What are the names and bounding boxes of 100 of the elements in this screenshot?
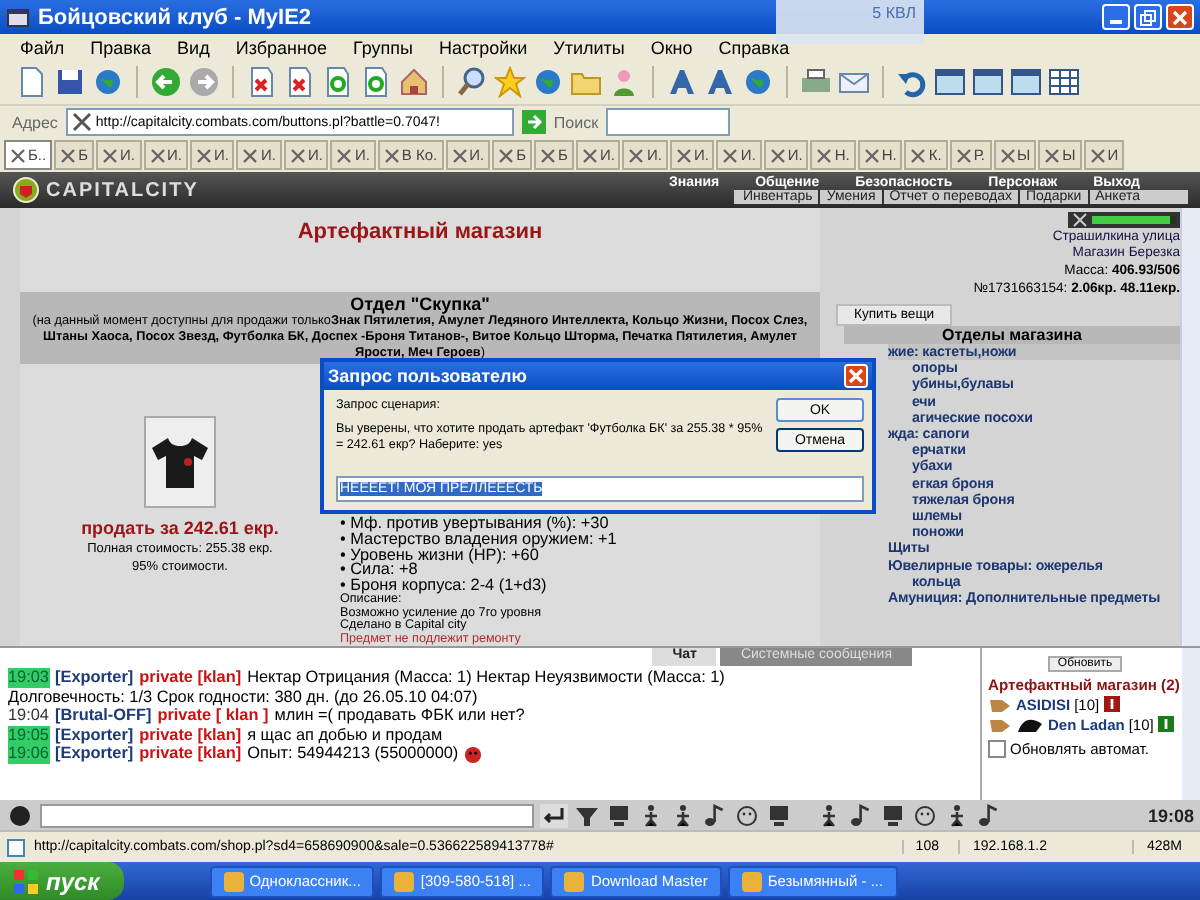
monitor-icon[interactable] bbox=[766, 803, 792, 827]
menu-item[interactable]: Правка bbox=[90, 37, 152, 57]
sender-name[interactable]: [Brutal-OFF] bbox=[55, 706, 152, 726]
stop-icon[interactable] bbox=[246, 66, 278, 98]
font-icon[interactable] bbox=[704, 66, 736, 98]
tshirt-drawing bbox=[150, 432, 210, 492]
cross-icon bbox=[451, 147, 468, 163]
cross-icon bbox=[102, 147, 119, 163]
cross-icon bbox=[722, 147, 739, 163]
cross-icon bbox=[242, 147, 259, 163]
sender-name[interactable]: [Exporter] bbox=[55, 744, 134, 764]
logo-text: CAPITALCITY bbox=[46, 179, 199, 201]
channel-tag[interactable]: private [klan] bbox=[139, 668, 242, 688]
item-property: • Уровень жизни (HP): +60 bbox=[340, 547, 539, 563]
app-icon bbox=[741, 871, 762, 891]
window-icon[interactable] bbox=[934, 66, 966, 98]
note-icon[interactable] bbox=[976, 803, 1002, 827]
search-icon[interactable] bbox=[456, 66, 488, 98]
dialog-title: Запрос пользователю bbox=[328, 366, 527, 386]
menu-item[interactable]: Группы bbox=[352, 37, 413, 57]
chat-input[interactable] bbox=[40, 803, 534, 827]
grid-icon[interactable] bbox=[1048, 66, 1080, 98]
back-icon[interactable] bbox=[150, 66, 182, 98]
address-label: Адрес bbox=[12, 113, 58, 131]
stop-icon[interactable] bbox=[284, 66, 316, 98]
sell-link[interactable]: продать за 242.61 екр. bbox=[81, 518, 279, 538]
cross-icon bbox=[581, 147, 598, 163]
star-icon[interactable] bbox=[494, 66, 526, 98]
channel-tag[interactable]: private [klan] bbox=[139, 744, 242, 764]
browser-icon bbox=[6, 5, 30, 29]
message-text: Опыт: 54944213 (55000000) bbox=[247, 744, 459, 764]
cross-icon bbox=[675, 147, 692, 163]
monitor-icon[interactable] bbox=[606, 803, 632, 827]
menu-item[interactable]: Утилиты bbox=[553, 37, 625, 57]
cross-icon bbox=[498, 147, 515, 163]
cross-icon bbox=[60, 147, 77, 163]
windows-logo-icon bbox=[12, 867, 40, 895]
enter-arrow-icon[interactable] bbox=[540, 803, 568, 827]
monitor-icon[interactable] bbox=[880, 803, 906, 827]
channel-tag[interactable]: private [klan] bbox=[139, 725, 242, 745]
cross-icon bbox=[769, 147, 786, 163]
save-icon[interactable] bbox=[54, 66, 86, 98]
refresh-icon[interactable] bbox=[360, 66, 392, 98]
app-icon bbox=[223, 871, 244, 891]
item-property: • Сила: +8 bbox=[340, 562, 418, 579]
channel-tag[interactable]: private [ klan ] bbox=[157, 706, 269, 726]
person-icon[interactable] bbox=[608, 66, 640, 98]
globe-icon[interactable] bbox=[92, 66, 124, 98]
globe-icon[interactable] bbox=[742, 66, 774, 98]
message-text: млин =( продавать ФБК или нет? bbox=[274, 706, 525, 726]
cross-icon bbox=[383, 147, 400, 163]
restore-button[interactable] bbox=[1134, 4, 1162, 30]
app-icon bbox=[564, 871, 585, 891]
globe-icon[interactable] bbox=[532, 66, 564, 98]
menu-item[interactable]: Окно bbox=[650, 37, 693, 57]
go-arrow-icon[interactable] bbox=[521, 110, 546, 134]
window-icon[interactable] bbox=[972, 66, 1004, 98]
message-time: 19:04 bbox=[8, 706, 49, 726]
page-icon bbox=[6, 837, 26, 857]
cross-icon bbox=[999, 147, 1016, 163]
menu-item[interactable]: Вид bbox=[177, 37, 210, 57]
item-property: • Мф. против увертывания (%): +30 bbox=[340, 516, 611, 532]
app-icon bbox=[394, 871, 415, 891]
start-button[interactable]: пуск bbox=[0, 862, 124, 900]
menu-item[interactable]: Избранное bbox=[235, 37, 327, 57]
restore-icon bbox=[1140, 9, 1156, 25]
close-button[interactable] bbox=[1166, 4, 1194, 30]
note-icon[interactable] bbox=[702, 803, 728, 827]
menu-item[interactable]: Файл bbox=[20, 37, 65, 57]
menu-item[interactable]: Настройки bbox=[438, 37, 528, 57]
window-title: Бойцовский клуб - MyIE2 bbox=[38, 5, 312, 29]
sender-name[interactable]: [Exporter] bbox=[55, 668, 134, 688]
smiley-icon bbox=[464, 745, 483, 764]
shop-title: Артефактный магазин bbox=[295, 218, 545, 248]
refresh-icon[interactable] bbox=[322, 66, 354, 98]
note-icon[interactable] bbox=[848, 803, 874, 827]
undo-icon[interactable] bbox=[896, 66, 928, 98]
search-field[interactable] bbox=[606, 108, 731, 136]
page-icon[interactable] bbox=[16, 66, 48, 98]
message-text: Нектар Отрицания (Масса: 1) Нектар Неуязвимости (Масса: 1) bbox=[247, 668, 725, 688]
font-icon[interactable] bbox=[666, 66, 698, 98]
auto-refresh-checkbox[interactable] bbox=[988, 740, 1006, 758]
scrollbar[interactable] bbox=[1180, 208, 1200, 646]
close-button[interactable] bbox=[844, 364, 868, 388]
minimize-button[interactable] bbox=[1102, 4, 1130, 30]
home-icon[interactable] bbox=[398, 66, 430, 98]
cross-icon bbox=[955, 147, 972, 163]
info-badge-icon[interactable] bbox=[1103, 696, 1120, 712]
printer-icon[interactable] bbox=[800, 66, 832, 98]
cross-icon bbox=[10, 147, 26, 163]
info-badge-icon[interactable] bbox=[1157, 716, 1174, 732]
cross-icon bbox=[863, 147, 880, 163]
scrollbar[interactable] bbox=[1182, 648, 1200, 800]
item-property: • Броня корпуса: 2-4 (1+d3) bbox=[340, 578, 549, 594]
sender-name[interactable]: [Exporter] bbox=[55, 725, 134, 745]
smiley-icon[interactable] bbox=[734, 803, 760, 827]
window-icon[interactable] bbox=[1010, 66, 1042, 98]
smiley-icon[interactable] bbox=[912, 803, 938, 827]
department-title: Отдел "Скупка" bbox=[348, 294, 492, 314]
close-icon bbox=[1172, 9, 1188, 25]
